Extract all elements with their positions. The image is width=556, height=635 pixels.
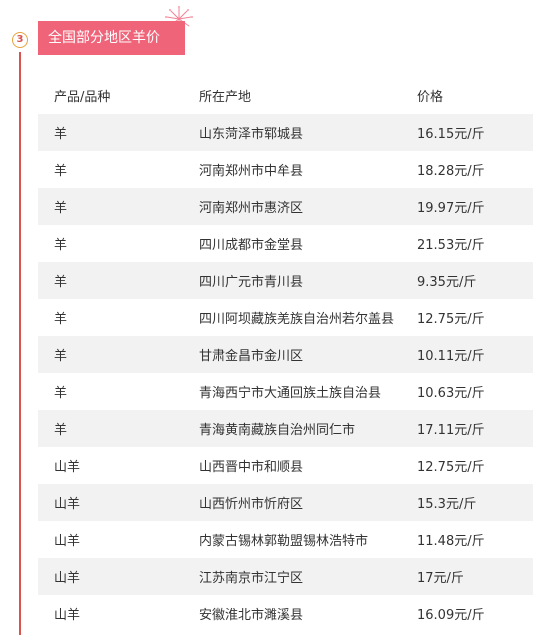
cell-price: 11.48元/斤 [417, 534, 485, 549]
section-number-badge: 3 [12, 32, 28, 48]
cell-product: 山羊 [38, 484, 199, 521]
cell-location: 安徽淮北市濉溪县 [199, 608, 304, 623]
cell-location: 青海西宁市大通回族土族自治县 [199, 386, 382, 401]
timeline-line [19, 52, 21, 635]
cell-location: 江苏南京市江宁区 [199, 558, 417, 595]
cell-product: 羊 [54, 238, 68, 253]
cell-price: 17.11元/斤 [417, 410, 533, 447]
header-location: 所在产地 [199, 89, 252, 105]
cell-price: 17元/斤 [417, 558, 533, 595]
cell-product: 羊 [38, 262, 199, 299]
table-body: 羊山东菏泽市郓城县 16.15元/斤羊河南郑州市中牟县 18.28元/斤羊河南郑州市… [38, 114, 533, 632]
cell-location: 河南郑州市中牟县 [199, 164, 304, 179]
table-row: 羊四川广元市青川县 9.35元/斤 [38, 262, 533, 299]
cell-location: 山东菏泽市郓城县 [199, 114, 417, 151]
cell-product: 山羊 [54, 460, 81, 475]
cell-product: 羊 [38, 336, 199, 373]
cell-location: 内蒙古锡林郭勒盟锡林浩特市 [199, 534, 369, 549]
cell-price: 16.15元/斤 [417, 114, 533, 151]
cell-product: 羊 [54, 312, 68, 327]
table-row: 山羊 山西晋中市和顺县 12.75元/斤 [38, 447, 533, 484]
cell-location: 青海黄南藏族自治州同仁市 [199, 410, 417, 447]
table-row: 羊山东菏泽市郓城县 16.15元/斤 [38, 114, 533, 151]
header-price: 价格 [417, 89, 444, 105]
cell-product: 羊 [54, 386, 68, 401]
cell-product: 羊 [38, 410, 199, 447]
cell-location: 山西晋中市和顺县 [199, 460, 304, 475]
cell-product: 羊 [54, 164, 68, 179]
header-product: 产品/品种 [54, 89, 111, 105]
cell-price: 18.28元/斤 [417, 164, 485, 179]
table-header-row: 产品/品种 所在产地 价格 [38, 76, 533, 114]
price-table: 产品/品种 所在产地 价格 羊山东菏泽市郓城县 16.15元/斤羊河南郑州市中牟县… [38, 76, 533, 632]
cell-price: 12.75元/斤 [417, 312, 485, 327]
table-row: 山羊 内蒙古锡林郭勒盟锡林浩特市 11.48元/斤 [38, 521, 533, 558]
table-row: 羊青海黄南藏族自治州同仁市 17.11元/斤 [38, 410, 533, 447]
cell-product: 山羊 [54, 608, 81, 623]
cell-product: 羊 [38, 114, 199, 151]
table-row: 羊 四川成都市金堂县 21.53元/斤 [38, 225, 533, 262]
cell-price: 9.35元/斤 [417, 262, 533, 299]
cell-location: 四川成都市金堂县 [199, 238, 304, 253]
table-row: 羊甘肃金昌市金川区 10.11元/斤 [38, 336, 533, 373]
cell-location: 山西忻州市忻府区 [199, 484, 417, 521]
cell-product: 山羊 [54, 534, 81, 549]
cell-price: 15.3元/斤 [417, 484, 533, 521]
cell-location: 四川广元市青川县 [199, 262, 417, 299]
cell-product: 羊 [38, 188, 199, 225]
cell-location: 甘肃金昌市金川区 [199, 336, 417, 373]
table-row: 羊 四川阿坝藏族羌族自治州若尔盖县 12.75元/斤 [38, 299, 533, 336]
table-row: 羊 青海西宁市大通回族土族自治县 10.63元/斤 [38, 373, 533, 410]
table-row: 羊 河南郑州市中牟县 18.28元/斤 [38, 151, 533, 188]
cell-product: 山羊 [38, 558, 199, 595]
table-row: 山羊 安徽淮北市濉溪县 16.09元/斤 [38, 595, 533, 632]
cell-price: 21.53元/斤 [417, 238, 485, 253]
cell-price: 16.09元/斤 [417, 608, 485, 623]
table-row: 山羊 江苏南京市江宁区 17元/斤 [38, 558, 533, 595]
cell-location: 四川阿坝藏族羌族自治州若尔盖县 [199, 312, 395, 327]
table-row: 山羊 山西忻州市忻府区 15.3元/斤 [38, 484, 533, 521]
firework-icon [165, 6, 193, 31]
cell-location: 河南郑州市惠济区 [199, 188, 417, 225]
cell-price: 10.11元/斤 [417, 336, 533, 373]
cell-price: 12.75元/斤 [417, 460, 485, 475]
table-row: 羊河南郑州市惠济区 19.97元/斤 [38, 188, 533, 225]
cell-price: 19.97元/斤 [417, 188, 533, 225]
cell-price: 10.63元/斤 [417, 386, 485, 401]
